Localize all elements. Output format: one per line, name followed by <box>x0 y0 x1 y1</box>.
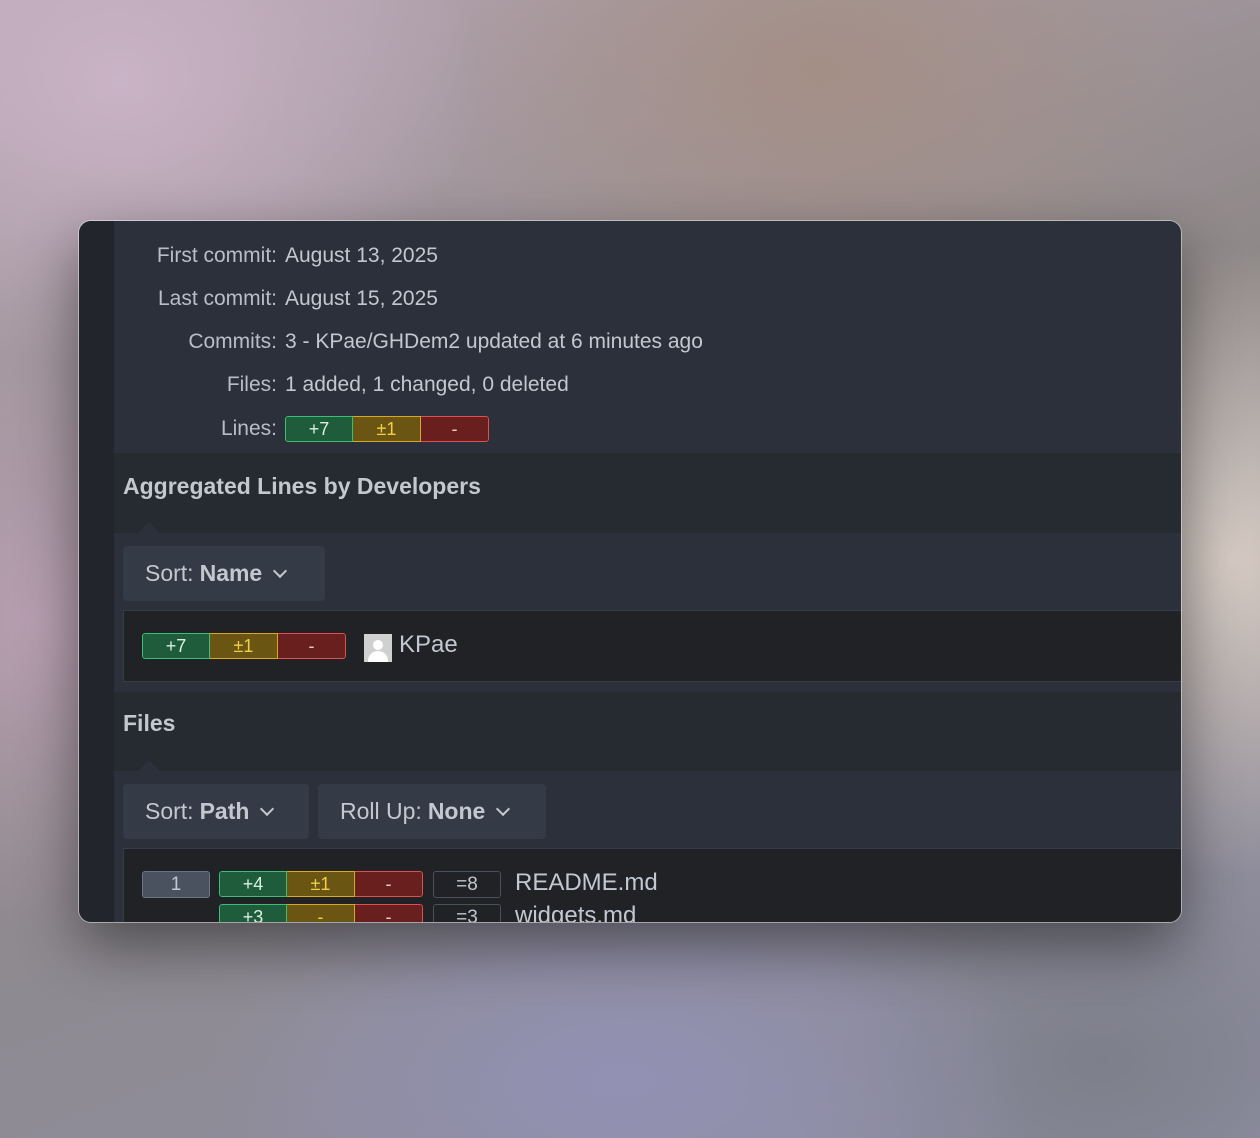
files-list: 1 +4 ±1 - =8 README.md +3 - - =3 widgets… <box>123 848 1181 922</box>
commits-row: Commits: 3 - KPae/GHDem2 updated at 6 mi… <box>114 327 703 357</box>
lines-added: +7 <box>285 416 353 442</box>
lines-row: Lines: +7 ±1 - <box>114 414 489 444</box>
lines-changed: ±1 <box>353 416 421 442</box>
developers-list: +7 ±1 - KPae <box>123 610 1181 682</box>
file-index: 1 <box>142 871 210 898</box>
developer-name[interactable]: KPae <box>399 631 458 659</box>
file-name[interactable]: README.md <box>515 869 658 897</box>
commits-label: Commits: <box>188 330 277 353</box>
file-total: =3 <box>433 904 501 922</box>
last-commit-row: Last commit: August 15, 2025 <box>114 284 438 314</box>
developers-heading: Aggregated Lines by Developers <box>123 473 481 499</box>
files-value: 1 added, 1 changed, 0 deleted <box>285 373 569 396</box>
files-sort-value: Path <box>199 798 250 824</box>
files-rollup-label: Roll Up: <box>340 798 422 824</box>
files-label: Files: <box>226 373 277 396</box>
file-lines-bar: +3 - - <box>219 904 423 922</box>
commits-value: 3 - KPae/GHDem2 updated at 6 minutes ago <box>285 330 703 353</box>
last-commit-label: Last commit: <box>157 287 277 310</box>
file-lines-deleted: - <box>355 871 423 897</box>
developers-sort-value: Name <box>199 560 263 586</box>
developers-sort-label: Sort: <box>145 560 194 586</box>
summary-panel: First commit: August 13, 2025 Last commi… <box>114 221 1181 453</box>
file-lines-added: +4 <box>219 871 287 897</box>
file-lines-bar: +4 ±1 - <box>219 871 423 897</box>
chevron-down-icon <box>260 801 275 816</box>
files-sort-label: Sort: <box>145 798 194 824</box>
file-lines-changed: - <box>287 904 355 922</box>
first-commit-value: August 13, 2025 <box>285 244 438 267</box>
files-rollup-value: None <box>427 798 486 824</box>
first-commit-row: First commit: August 13, 2025 <box>114 241 438 271</box>
developers-notch <box>138 522 160 533</box>
files-sort-button[interactable]: Sort: Path <box>123 784 309 839</box>
lines-label: Lines: <box>220 417 277 440</box>
left-gutter <box>79 221 114 922</box>
developer-lines-added: +7 <box>142 633 210 659</box>
file-total: =8 <box>433 871 501 898</box>
files-rollup-button[interactable]: Roll Up: None <box>318 784 546 839</box>
first-commit-label: First commit: <box>156 244 277 267</box>
developer-lines-bar: +7 ±1 - <box>142 633 346 659</box>
file-lines-added: +3 <box>219 904 287 922</box>
developer-lines-deleted: - <box>278 633 346 659</box>
chevron-down-icon <box>273 563 288 578</box>
file-name[interactable]: widgets.md <box>515 902 636 922</box>
app-window: First commit: August 13, 2025 Last commi… <box>79 221 1181 922</box>
developer-lines-changed: ±1 <box>210 633 278 659</box>
files-notch <box>138 760 160 771</box>
files-heading: Files <box>123 710 176 736</box>
file-lines-deleted: - <box>355 904 423 922</box>
files-row: Files: 1 added, 1 changed, 0 deleted <box>114 370 569 400</box>
avatar-placeholder-icon <box>364 634 392 662</box>
last-commit-value: August 15, 2025 <box>285 287 438 310</box>
file-lines-changed: ±1 <box>287 871 355 897</box>
developers-sort-button[interactable]: Sort: Name <box>123 546 325 601</box>
lines-bar: +7 ±1 - <box>285 416 489 442</box>
chevron-down-icon <box>496 801 511 816</box>
lines-deleted: - <box>421 416 489 442</box>
